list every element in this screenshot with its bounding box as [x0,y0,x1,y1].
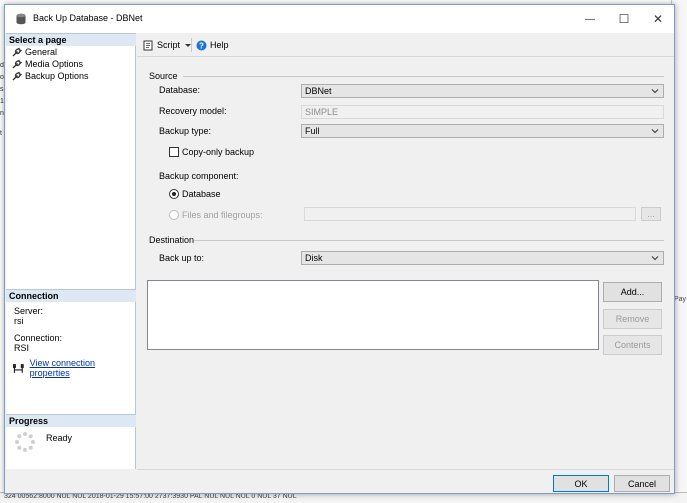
ok-button[interactable]: OK [553,475,609,492]
view-connection-link[interactable]: View connection properties [30,358,135,378]
wrench-icon [12,71,22,81]
database-combobox[interactable]: DBNet [301,84,664,98]
page-item-general[interactable]: General [12,46,57,58]
view-connection-properties[interactable]: View connection properties [12,358,135,378]
component-files-label: Files and filegroups: [182,210,263,220]
back-up-to-label: Back up to: [159,253,205,263]
maximize-icon: ☐ [618,12,630,26]
background-right-glyph: Pay [674,296,687,303]
page-item-label: General [25,47,58,57]
script-icon [143,40,153,50]
close-button[interactable]: ✕ [641,5,675,33]
backup-dialog: Back Up Database - DBNet — ☐ ✕ Select a … [4,4,675,494]
wrench-icon [12,59,22,69]
backup-type-value: Full [305,126,320,136]
toolbar: Script ? Help [137,33,674,57]
close-icon: ✕ [652,12,664,26]
backup-component-label: Backup component: [159,171,239,181]
chevron-down-icon [651,256,659,261]
page-item-backup-options[interactable]: Backup Options [12,70,89,82]
connection-value: RSI [14,343,30,353]
page-item-label: Backup Options [25,71,89,81]
component-database-radio[interactable] [169,189,179,199]
progress-status: Ready [46,433,73,443]
title-bar[interactable]: Back Up Database - DBNet — ☐ ✕ [5,5,674,33]
component-database-label: Database [182,189,221,199]
left-pane: Select a page General Media Options Back… [6,33,136,469]
script-label: Script [157,40,181,50]
database-icon [16,13,26,25]
server-value: rsi [14,316,24,326]
help-label: Help [210,40,229,50]
copy-only-label: Copy-only backup [182,147,255,157]
backup-type-combobox[interactable]: Full [301,124,664,138]
files-browse-button[interactable]: ... [641,207,661,221]
destination-divider [194,240,664,241]
footer-divider [137,469,674,470]
database-value: DBNet [305,86,332,96]
server-label: Server: [14,306,44,316]
toolbar-separator [191,38,192,52]
recovery-model-label: Recovery model: [159,106,227,116]
progress-heading: Progress [6,414,136,427]
maximize-button[interactable]: ☐ [607,5,641,33]
page-item-media-options[interactable]: Media Options [12,58,83,70]
add-button[interactable]: Add... [603,282,662,302]
connection-icon [12,363,24,373]
chevron-down-icon [651,129,659,134]
cancel-button[interactable]: Cancel [614,475,670,492]
radio-selected-dot [172,192,176,196]
minimize-icon: — [585,13,595,25]
wrench-icon [12,47,22,57]
destination-listbox[interactable] [147,280,599,350]
remove-button[interactable]: Remove [603,309,662,329]
minimize-button[interactable]: — [573,5,607,33]
recovery-model-field: SIMPLE [301,105,664,119]
source-heading: Source [149,71,178,81]
backup-type-label: Backup type: [159,126,212,136]
back-up-to-value: Disk [305,253,323,263]
window-title: Back Up Database - DBNet [33,13,143,23]
svg-text:?: ? [199,41,204,50]
help-icon: ? [196,40,207,50]
source-divider [183,76,664,77]
chevron-down-icon [651,89,659,94]
script-button[interactable]: Script [143,38,192,52]
progress-spinner-icon [15,432,35,452]
connection-heading: Connection [6,289,136,302]
database-label: Database: [159,85,201,95]
help-button[interactable]: ? Help [196,38,229,52]
connection-label: Connection: [14,333,63,343]
back-up-to-combobox[interactable]: Disk [301,251,664,265]
page-item-label: Media Options [25,59,84,69]
destination-heading: Destination [149,235,195,245]
select-page-heading: Select a page [6,33,136,46]
component-files-radio[interactable] [169,210,179,220]
files-filegroups-field [304,207,636,221]
copy-only-checkbox[interactable] [169,147,179,157]
contents-button[interactable]: Contents [603,335,662,355]
